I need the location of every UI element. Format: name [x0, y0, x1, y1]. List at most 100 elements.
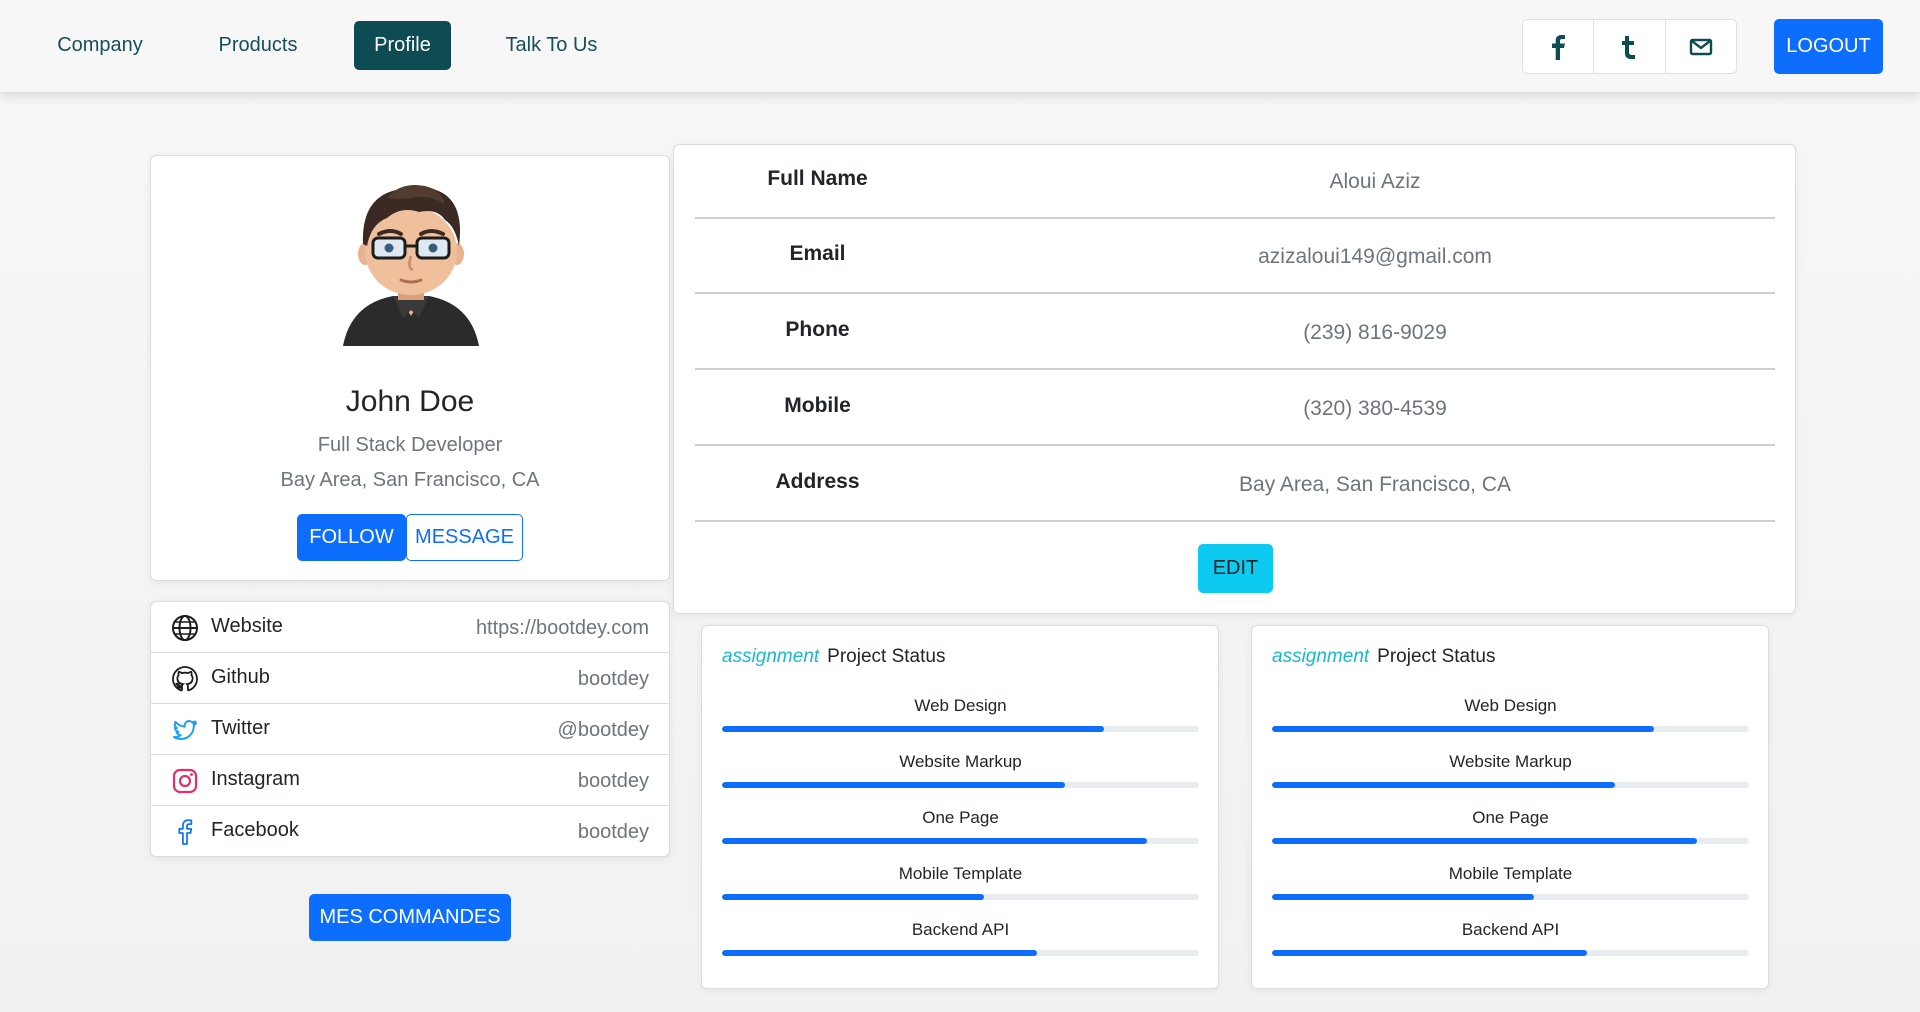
progress-fill — [722, 950, 1037, 956]
link-row-instagram[interactable]: Instagram bootdey — [151, 755, 669, 806]
progress-label: One Page — [922, 808, 999, 827]
progress-item: Web Design — [1272, 696, 1749, 736]
message-button[interactable]: MESSAGE — [406, 514, 523, 561]
progress-track — [1272, 726, 1749, 732]
mes-commandes-button[interactable]: MES COMMANDES — [309, 894, 511, 941]
nav-profile[interactable]: Profile — [354, 21, 451, 70]
progress-fill — [1272, 950, 1587, 956]
link-label: Github — [211, 666, 270, 688]
assignment-icon: assignment — [1272, 646, 1370, 667]
tumblr-icon — [1622, 35, 1636, 59]
progress-item: Mobile Template — [1272, 864, 1749, 904]
profile-location: Bay Area, San Francisco, CA — [280, 469, 540, 491]
progress-label: Backend API — [911, 920, 1010, 939]
project-status-card: assignment Project Status Web Design Webs… — [701, 625, 1219, 989]
progress-item: Web Design — [722, 696, 1199, 736]
link-row-website[interactable]: Website https://bootdey.com — [151, 602, 669, 653]
progress-fill — [722, 782, 1066, 788]
social-button-group — [1522, 19, 1737, 74]
project-status-title: Project Status — [827, 646, 946, 667]
link-label: Website — [211, 615, 283, 637]
project-status-heading: assignment Project Status — [1272, 646, 1495, 668]
link-value: bootdey — [577, 668, 649, 690]
link-row-twitter[interactable]: Twitter @bootdey — [151, 704, 669, 755]
logout-button[interactable]: LOGOUT — [1774, 19, 1883, 74]
facebook-button[interactable] — [1523, 20, 1595, 73]
progress-fill — [1272, 838, 1697, 844]
assignment-icon: assignment — [722, 646, 820, 667]
progress-item: Website Markup — [1272, 752, 1749, 792]
progress-item: Mobile Template — [722, 864, 1199, 904]
link-value: bootdey — [577, 770, 649, 792]
progress-fill — [1272, 726, 1654, 732]
project-status-card: assignment Project Status Web Design Webs… — [1251, 625, 1769, 989]
info-value: Aloui Aziz — [1329, 170, 1421, 193]
link-label: Instagram — [211, 768, 300, 790]
progress-label: Website Markup — [899, 752, 1022, 771]
progress-item: Backend API — [1272, 920, 1749, 960]
edit-button[interactable]: EDIT — [1198, 544, 1273, 593]
info-value: Bay Area, San Francisco, CA — [1239, 473, 1511, 496]
progress-fill — [722, 726, 1104, 732]
profile-card: John Doe Full Stack Developer Bay Area, … — [150, 155, 670, 581]
progress-track — [722, 950, 1199, 956]
progress-label: Mobile Template — [898, 864, 1023, 883]
progress-track — [722, 726, 1199, 732]
progress-item: Backend API — [722, 920, 1199, 960]
progress-label: Web Design — [1464, 696, 1557, 715]
info-label: Address — [775, 470, 860, 493]
progress-track — [1272, 782, 1749, 788]
instagram-icon — [172, 768, 198, 794]
link-value: @bootdey — [557, 719, 649, 741]
avatar — [343, 185, 479, 346]
twitter-icon — [173, 720, 197, 740]
nav-products[interactable]: Products — [203, 21, 313, 70]
progress-track — [1272, 950, 1749, 956]
social-links-card: Website https://bootdey.com Github bootd… — [150, 601, 670, 857]
info-row-mobile: Mobile (320) 380-4539 — [695, 372, 1775, 446]
info-label: Phone — [785, 318, 850, 341]
info-value: (239) 816-9029 — [1303, 321, 1447, 344]
mail-icon — [1689, 38, 1713, 55]
progress-fill — [722, 894, 985, 900]
progress-item: One Page — [1272, 808, 1749, 848]
progress-track — [1272, 894, 1749, 900]
info-value: (320) 380-4539 — [1303, 397, 1447, 420]
link-row-facebook[interactable]: Facebook bootdey — [151, 806, 669, 857]
progress-item: One Page — [722, 808, 1199, 848]
nav-company[interactable]: Company — [40, 21, 160, 70]
facebook-icon — [1552, 34, 1566, 60]
link-value: https://bootdey.com — [475, 617, 649, 639]
link-value: bootdey — [577, 821, 649, 843]
profile-role: Full Stack Developer — [317, 434, 503, 456]
mail-button[interactable] — [1666, 20, 1736, 73]
progress-label: Backend API — [1461, 920, 1560, 939]
user-info-card: Full Name Aloui Aziz Email azizaloui149@… — [673, 144, 1796, 614]
info-label: Full Name — [767, 167, 868, 190]
follow-button[interactable]: FOLLOW — [297, 514, 406, 561]
progress-label: One Page — [1472, 808, 1549, 827]
info-row-full-name: Full Name Aloui Aziz — [695, 145, 1775, 219]
link-label: Twitter — [211, 717, 270, 739]
progress-fill — [1272, 782, 1616, 788]
progress-fill — [722, 838, 1147, 844]
info-row-phone: Phone (239) 816-9029 — [695, 296, 1775, 370]
info-label: Mobile — [784, 394, 851, 417]
project-status-title: Project Status — [1377, 646, 1496, 667]
progress-track — [722, 894, 1199, 900]
facebook-icon — [178, 819, 193, 845]
progress-label: Web Design — [914, 696, 1007, 715]
top-navbar: Company Products Profile Talk To Us LOGO… — [0, 0, 1920, 92]
profile-name: John Doe — [345, 385, 475, 418]
link-label: Facebook — [211, 819, 299, 841]
progress-track — [722, 782, 1199, 788]
info-label: Email — [789, 242, 846, 265]
progress-item: Website Markup — [722, 752, 1199, 792]
tumblr-button[interactable] — [1594, 20, 1666, 73]
info-row-email: Email azizaloui149@gmail.com — [695, 220, 1775, 294]
progress-label: Website Markup — [1449, 752, 1572, 771]
link-row-github[interactable]: Github bootdey — [151, 653, 669, 704]
nav-talk-to-us[interactable]: Talk To Us — [495, 21, 608, 70]
progress-label: Mobile Template — [1448, 864, 1573, 883]
project-status-heading: assignment Project Status — [722, 646, 945, 668]
